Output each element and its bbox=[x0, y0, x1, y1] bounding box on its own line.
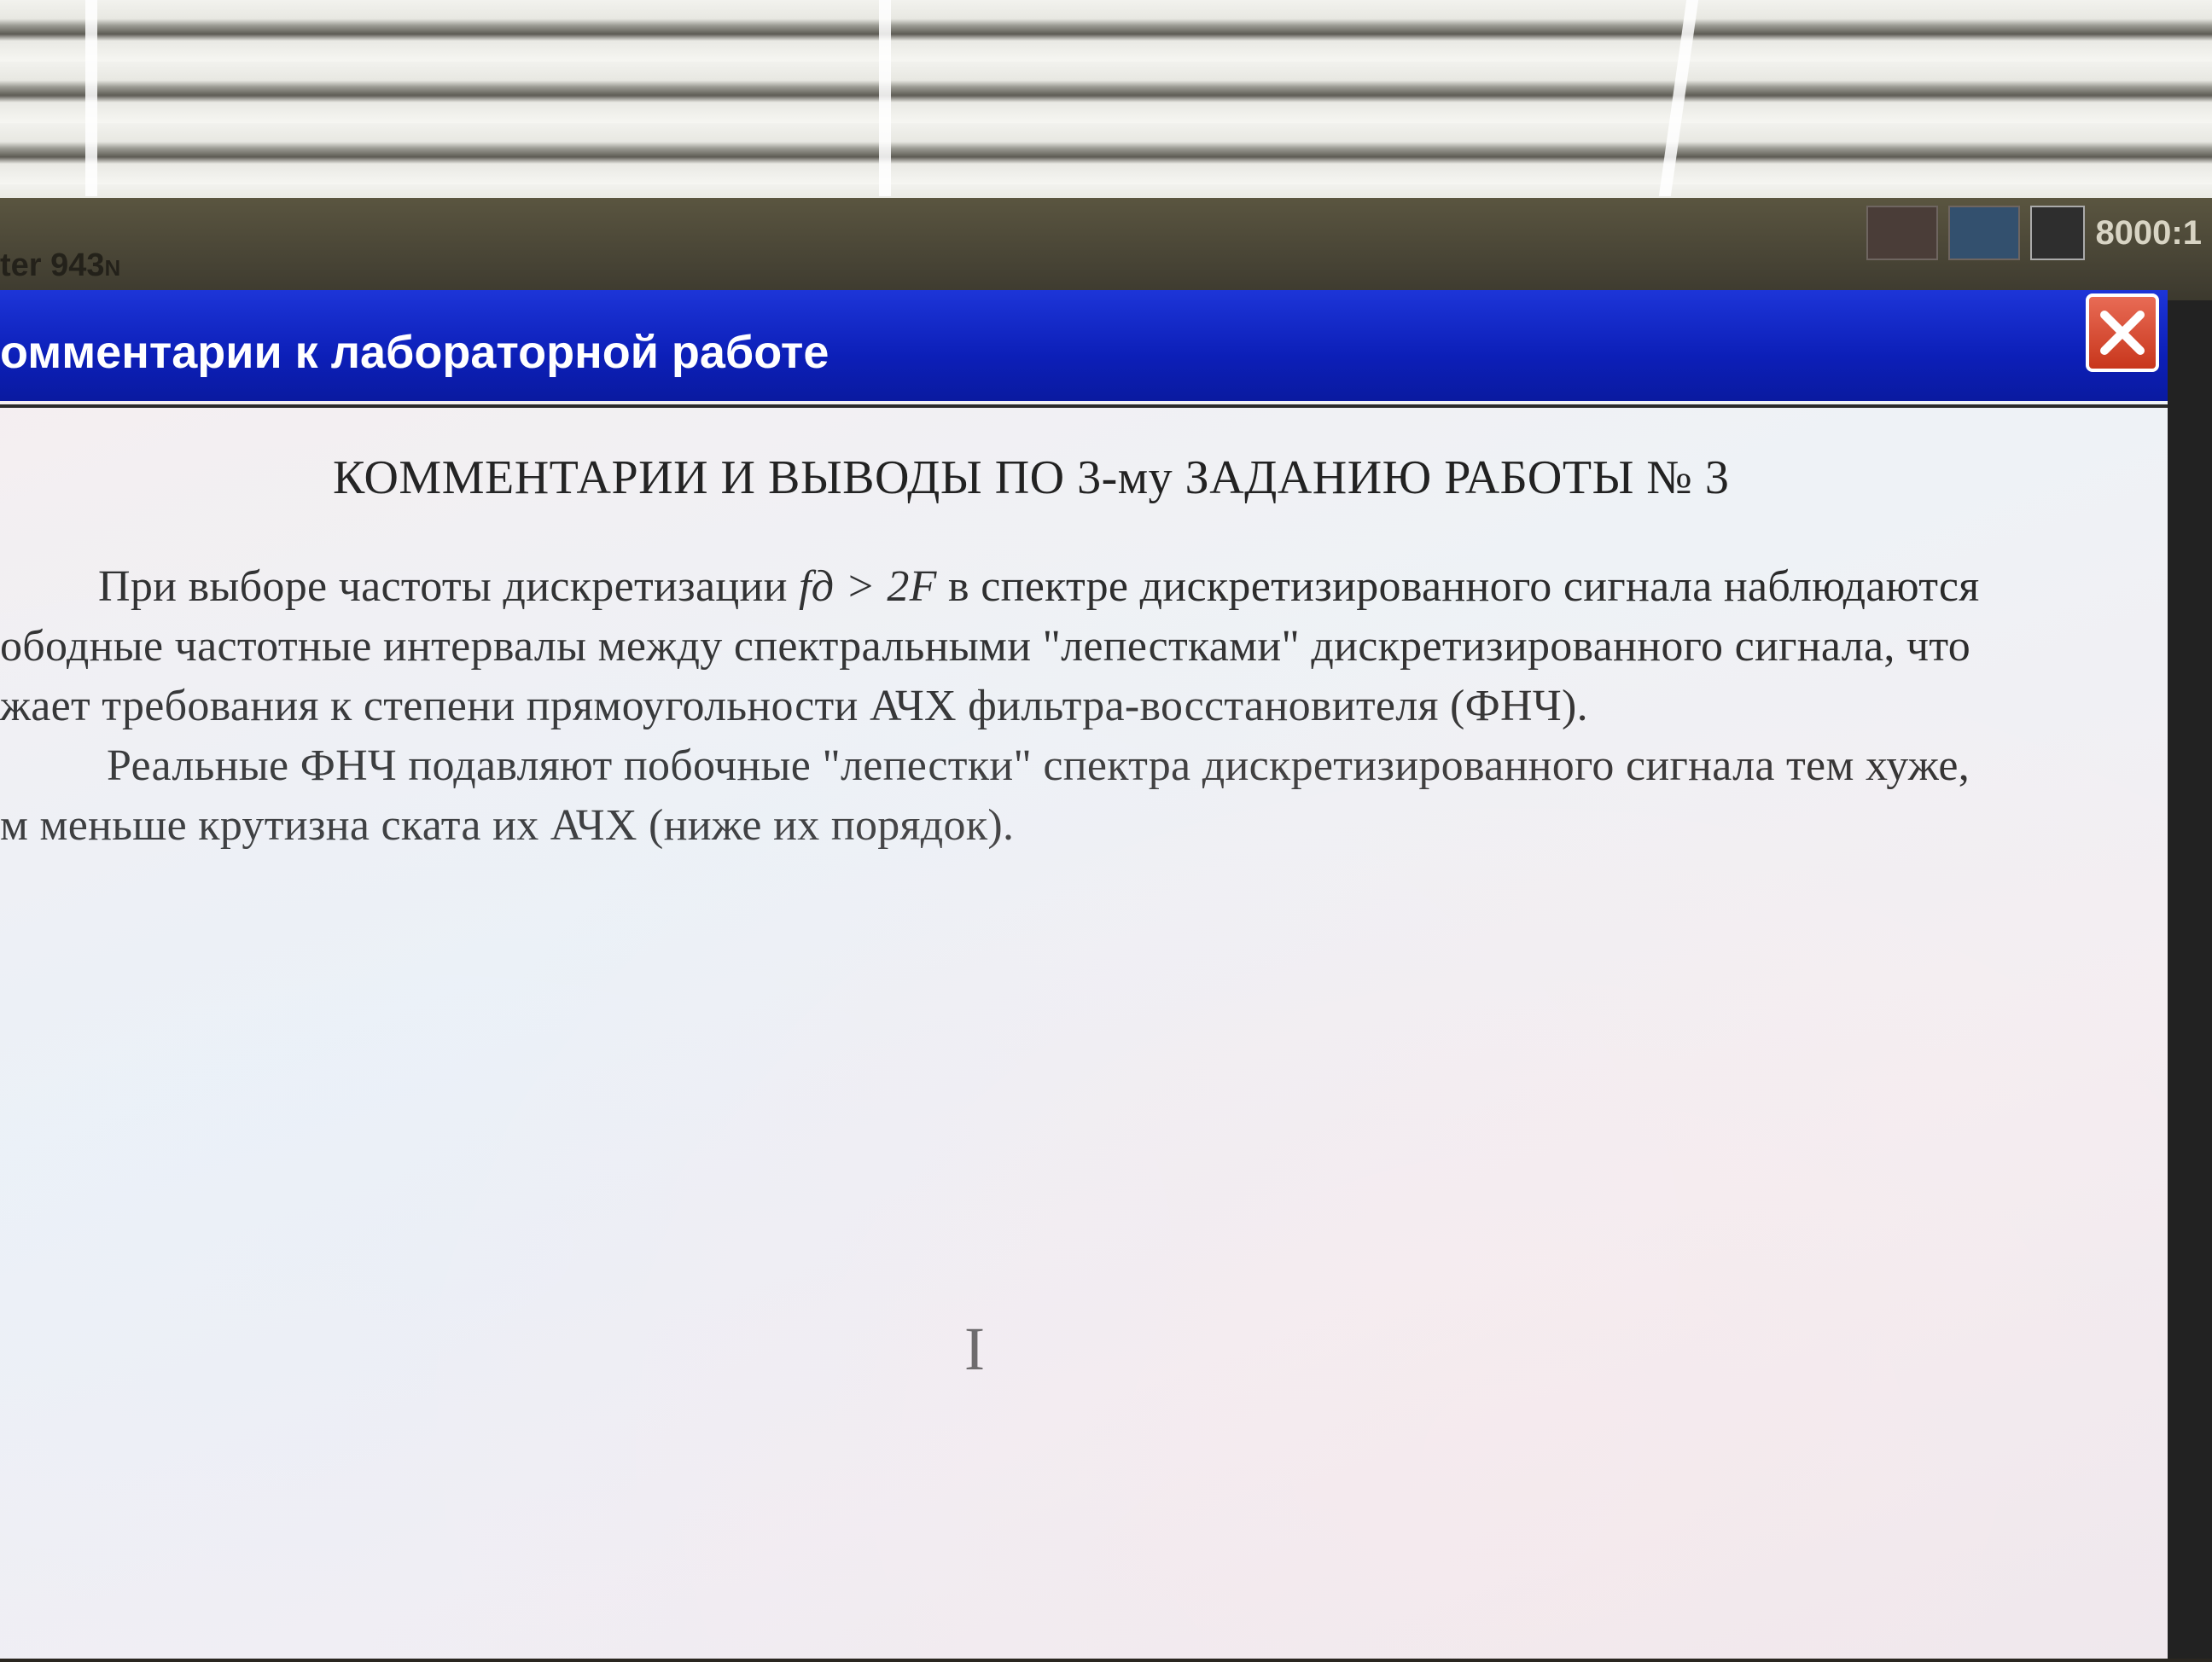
window-blinds bbox=[0, 0, 2212, 213]
paragraph-line: ободные частотные интервалы между спектр… bbox=[0, 622, 1971, 671]
document-heading: КОММЕНТАРИИ И ВЫВОДЫ ПО 3-му ЗАДАНИЮ РАБ… bbox=[333, 451, 1730, 504]
paragraph-line: жает требования к степени прямоугольност… bbox=[0, 682, 1588, 730]
blind-cord bbox=[1658, 0, 1699, 196]
paragraph-line: м меньше крутизна ската их АЧХ (ниже их … bbox=[0, 801, 1015, 850]
monitor-badges: 8000:1 bbox=[1866, 203, 2202, 263]
monitor-screen: омментарии к лабораторной работе КОММЕНТ… bbox=[0, 290, 2168, 1659]
formula: fд > 2F bbox=[799, 562, 937, 611]
close-button[interactable] bbox=[2086, 293, 2159, 372]
close-x-icon bbox=[2100, 311, 2145, 355]
window-title: омментарии к лабораторной работе bbox=[0, 327, 830, 378]
blind-cord bbox=[879, 0, 891, 196]
badge-icon bbox=[1866, 206, 1939, 260]
text-cursor-icon: I bbox=[964, 1315, 985, 1383]
badge-icon bbox=[1948, 206, 2021, 260]
paragraph-line: При выборе частоты дискретизации fд > 2F… bbox=[98, 562, 1980, 611]
blind-cord bbox=[85, 0, 97, 196]
monitor-brand: ter 943N bbox=[0, 247, 121, 283]
battery-icon bbox=[2030, 206, 2086, 260]
contrast-badge: 8000:1 bbox=[2095, 213, 2202, 252]
paragraph-line: Реальные ФНЧ подавляют побочные "лепестк… bbox=[107, 741, 1970, 790]
window-titlebar[interactable]: омментарии к лабораторной работе bbox=[0, 290, 2168, 401]
document-content[interactable]: КОММЕНТАРИИ И ВЫВОДЫ ПО 3-му ЗАДАНИЮ РАБ… bbox=[0, 404, 2168, 1662]
